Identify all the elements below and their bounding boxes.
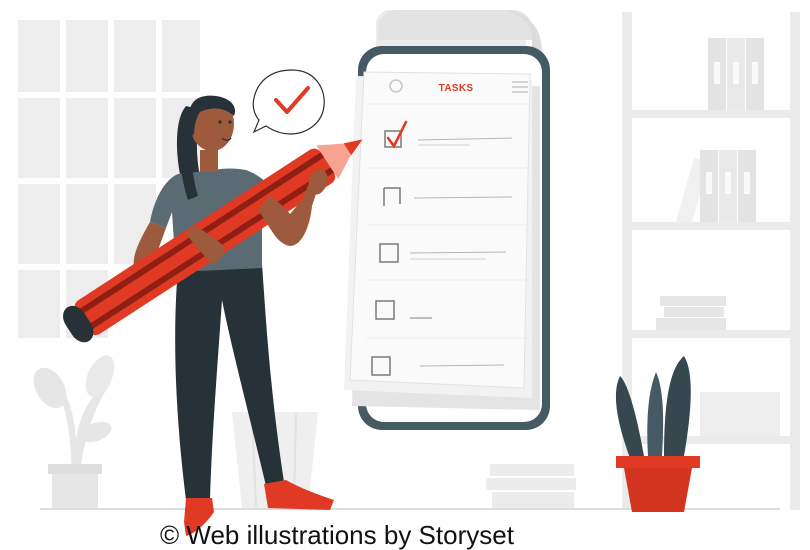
box-on-shelf bbox=[700, 392, 780, 436]
pot-rim bbox=[616, 456, 700, 468]
binders-middle bbox=[676, 150, 756, 222]
pants bbox=[175, 264, 284, 500]
background-paper-stack bbox=[486, 464, 576, 508]
app-title: TASKS bbox=[439, 83, 474, 94]
binders-top bbox=[708, 38, 764, 110]
background-plant bbox=[33, 355, 115, 508]
book-stack bbox=[656, 296, 726, 330]
illustration-credit: © Web illustrations by Storyset bbox=[160, 520, 514, 550]
check-bubble-icon bbox=[252, 69, 325, 135]
illustration: TASKS bbox=[18, 10, 800, 536]
pot bbox=[624, 468, 692, 512]
paper-stack bbox=[344, 71, 540, 410]
